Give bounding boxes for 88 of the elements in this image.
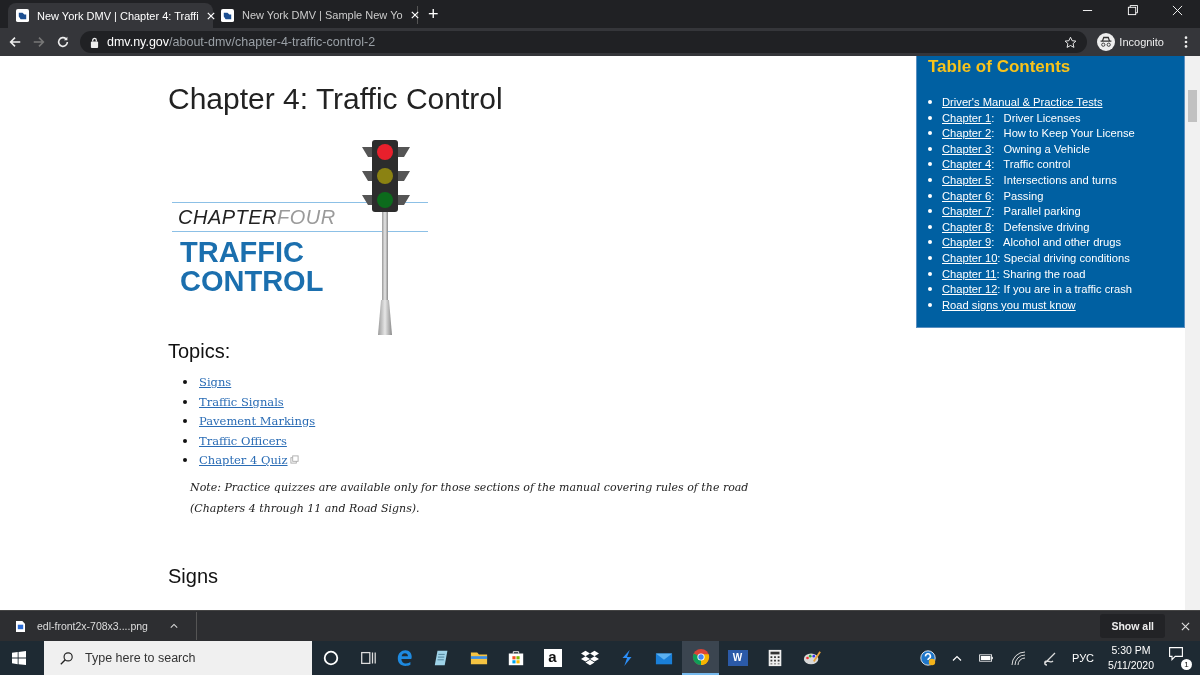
clock-date[interactable]: 5/11/2020	[1108, 658, 1154, 673]
toc-description: : Owning a Vehicle	[991, 142, 1091, 155]
toc-link[interactable]: Road signs you must know	[942, 298, 1076, 311]
toc-link[interactable]: Chapter 11	[942, 267, 997, 280]
toc-description: : Defensive driving	[991, 220, 1090, 233]
bullet	[183, 438, 187, 443]
shopping-bag-icon[interactable]	[506, 649, 525, 667]
bullet	[928, 271, 932, 276]
lock-icon	[90, 36, 99, 48]
forward-icon[interactable]	[32, 35, 46, 49]
note-text: Note: Practice quizzes are available only for those sections of the manual covering rules of the road (Chapters 4 through 11 and Road Signs).	[190, 479, 750, 517]
star-icon[interactable]	[1064, 35, 1078, 49]
toc-description: : Alcohol and other drugs	[991, 236, 1122, 249]
profile-label[interactable]: Incognito	[1119, 36, 1164, 48]
notification-badge: 1	[1181, 659, 1192, 670]
browser-logo-icon[interactable]	[691, 648, 710, 666]
bullet	[183, 458, 187, 462]
toc-link[interactable]: Driver's Manual & Practice Tests	[942, 96, 1103, 108]
close-icon[interactable]	[1181, 621, 1190, 631]
maximize-icon[interactable]	[1127, 4, 1138, 16]
bullet	[928, 162, 932, 167]
scrollbar[interactable]	[1185, 56, 1200, 610]
clock-time[interactable]: 5:30 PM	[1111, 643, 1151, 658]
browser-tab[interactable]: New York DMV | Sample New Yo	[213, 6, 418, 24]
bullet	[928, 209, 932, 214]
bullet	[928, 115, 932, 120]
help-icon[interactable]	[920, 650, 937, 666]
circle-icon[interactable]	[321, 649, 340, 667]
menu-icon[interactable]	[1184, 35, 1188, 49]
bullet	[928, 302, 932, 307]
chapter-label: CHAPTERFOUR	[177, 205, 337, 230]
download-item[interactable]: edl-front2x-708x3....png	[37, 620, 148, 632]
taskbar-app[interactable]: W	[719, 641, 756, 675]
incognito-icon	[1097, 33, 1116, 51]
bullet	[928, 256, 932, 260]
bullet	[183, 399, 187, 404]
bullet	[928, 224, 932, 229]
notification-icon[interactable]	[1168, 646, 1184, 662]
toc-description: : Traffic control	[991, 158, 1071, 171]
bullet	[928, 178, 932, 182]
palette-icon[interactable]	[802, 649, 821, 667]
banner-heading: TRAFFIC CONTROL	[179, 235, 325, 296]
toc-description: : Driver Licenses	[991, 111, 1081, 124]
toc-description: : How to Keep Your License	[991, 127, 1135, 140]
reload-icon[interactable]	[56, 35, 70, 49]
state-map-icon	[221, 8, 234, 22]
bullet	[183, 380, 187, 384]
file-icon	[16, 620, 25, 632]
language-indicator[interactable]: РУС	[1072, 652, 1095, 664]
page-title: Chapter 4: Traffic Control	[168, 82, 504, 116]
wifi-icon[interactable]	[1010, 650, 1027, 666]
windows-logo-icon[interactable]	[12, 651, 26, 665]
section-heading: Signs	[168, 564, 220, 588]
topics-heading: Topics:	[168, 340, 232, 363]
back-icon[interactable]	[8, 35, 22, 49]
topic-link[interactable]: Traffic Signals	[199, 394, 284, 409]
bullet	[928, 100, 932, 105]
topic-link[interactable]: Signs	[199, 375, 232, 389]
box-logo-icon[interactable]	[580, 649, 599, 667]
toc-description: : Special driving conditions	[997, 251, 1130, 264]
toc-description: : Passing	[991, 189, 1044, 202]
bullet	[928, 146, 932, 151]
bullet	[928, 193, 932, 198]
bullet	[183, 419, 187, 423]
toc-description: : Intersections and turns	[991, 173, 1117, 186]
bullet	[928, 240, 932, 245]
app-logo[interactable]: W	[727, 650, 748, 666]
show-all-button[interactable]: Show all	[1100, 614, 1165, 638]
toc-description: : Parallel parking	[991, 205, 1081, 218]
browser-tab[interactable]: New York DMV | Chapter 4: Traffi	[8, 3, 213, 28]
taskbar-app[interactable]: a	[534, 641, 571, 675]
toc-title: Table of Contents	[928, 57, 1072, 77]
topic-link[interactable]: Traffic Officers	[199, 433, 287, 448]
search-field[interactable]: Type here to search	[44, 641, 312, 675]
search-icon	[60, 651, 73, 665]
state-map-icon	[16, 9, 29, 22]
new-tab-button[interactable]: +	[428, 4, 439, 24]
topic-link[interactable]: Pavement Markings	[199, 414, 316, 428]
caret-icon[interactable]	[169, 623, 178, 629]
task-view-icon[interactable]	[358, 649, 377, 667]
app-logo[interactable]: a	[543, 649, 562, 667]
bullet	[928, 287, 932, 292]
toc-description: : If you are in a traffic crash	[997, 283, 1133, 296]
bullet	[928, 131, 932, 136]
topic-link[interactable]: Chapter 4 Quiz	[199, 453, 288, 467]
browser-logo-icon[interactable]	[395, 649, 414, 667]
toc-description: : Sharing the road	[996, 267, 1086, 280]
address-bar[interactable]: dmv.ny.gov/about-dmv/chapter-4-traffic-control-2	[80, 31, 1088, 53]
